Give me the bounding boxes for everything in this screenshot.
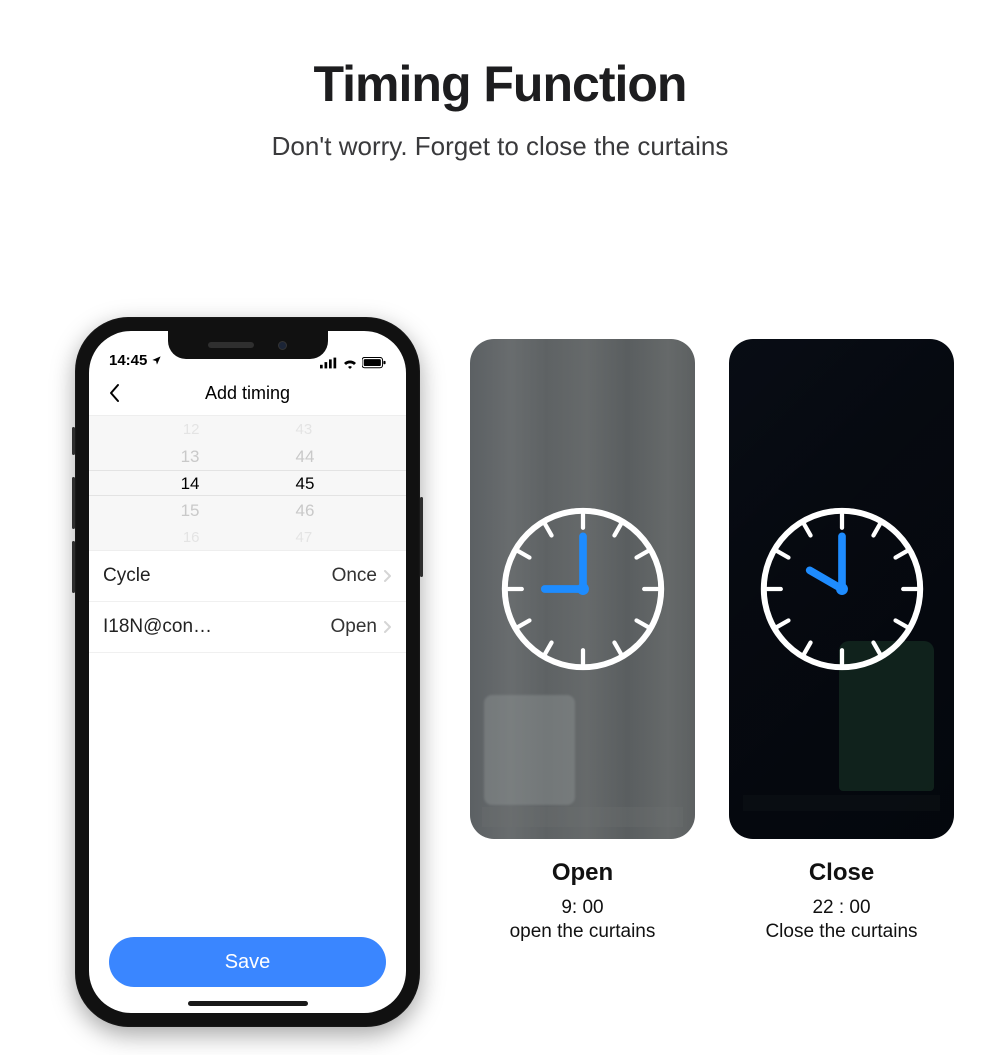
chevron-right-icon [383, 569, 392, 583]
card-close-desc: Close the curtains [729, 921, 954, 943]
home-indicator[interactable] [188, 1001, 308, 1006]
phone-mockup: 14:45 Add timing 12 13 14 15 16 [75, 317, 420, 1027]
tile-open [470, 339, 695, 839]
tile-close [729, 339, 954, 839]
picker-hours[interactable]: 12 13 14 15 16 [89, 416, 248, 550]
card-open: Open 9: 00 open the curtains [470, 339, 695, 943]
battery-icon [362, 357, 386, 369]
nav-title: Add timing [205, 383, 290, 404]
chevron-right-icon [383, 620, 392, 634]
clock-icon [757, 504, 927, 674]
card-open-title: Open [470, 859, 695, 887]
phone-screen: 14:45 Add timing 12 13 14 15 16 [89, 331, 406, 1013]
location-icon [151, 355, 162, 366]
cards: Open 9: 00 open the curtains [470, 339, 954, 943]
card-open-time: 9: 00 [470, 897, 695, 919]
row-cycle-value: Once [332, 565, 377, 587]
clock-icon [498, 504, 668, 674]
wifi-icon [342, 357, 358, 369]
status-time: 14:45 [109, 352, 147, 369]
row-control-label: I18N@con… [103, 616, 212, 638]
save-button[interactable]: Save [109, 937, 386, 987]
card-close: Close 22 : 00 Close the curtains [729, 339, 954, 943]
page-subhead: Don't worry. Forget to close the curtain… [0, 131, 1000, 162]
card-close-title: Close [729, 859, 954, 887]
picker-minutes[interactable]: 43 44 45 46 47 [248, 416, 407, 550]
row-control-value: Open [331, 616, 377, 638]
card-open-desc: open the curtains [470, 921, 695, 943]
row-cycle-label: Cycle [103, 565, 151, 587]
signal-icon [320, 357, 338, 369]
phone-notch [168, 331, 328, 359]
time-picker[interactable]: 12 13 14 15 16 43 44 45 46 47 [89, 415, 406, 551]
back-button[interactable] [99, 378, 129, 408]
nav-bar: Add timing [89, 371, 406, 415]
card-close-time: 22 : 00 [729, 897, 954, 919]
chevron-left-icon [107, 383, 121, 403]
row-cycle[interactable]: Cycle Once [89, 551, 406, 602]
row-control[interactable]: I18N@con… Open [89, 602, 406, 653]
page-headline: Timing Function [0, 55, 1000, 113]
settings-list: Cycle Once I18N@con… Open [89, 551, 406, 653]
